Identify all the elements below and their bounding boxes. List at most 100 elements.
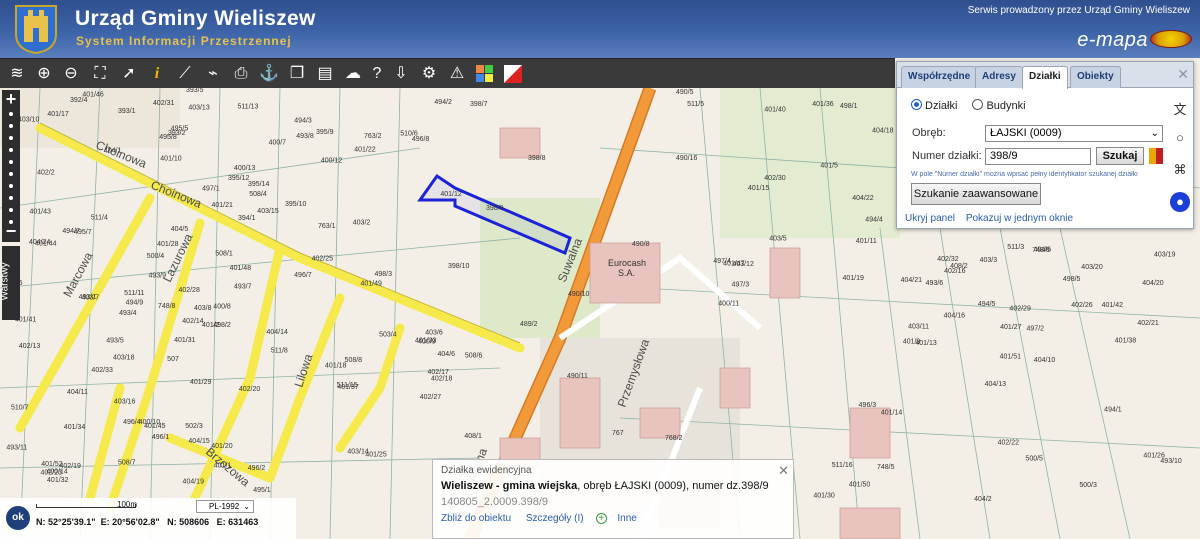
parcel-number: 508/4 (249, 191, 267, 198)
parcel-number: 394/1 (238, 215, 256, 222)
single-window-link[interactable]: Pokazuj w jednym oknie (966, 213, 1073, 224)
search-button[interactable]: Szukaj (1096, 147, 1144, 165)
grid-icon[interactable]: ⌘ (1170, 160, 1190, 180)
scale-bar: 100m (36, 500, 137, 509)
zoom-minus-button[interactable]: − (2, 222, 20, 240)
parcel-number: 763/1 (318, 223, 336, 230)
parcel-number: 404/21 (901, 277, 923, 284)
business-label-sa: S.A. (618, 268, 635, 278)
radio-dzialki[interactable] (911, 99, 922, 110)
crs-select[interactable]: PL-1992 ⌄ (196, 500, 254, 513)
layers-tab[interactable]: Warstwy (0, 246, 20, 320)
parcel-number: 511/16 (832, 462, 853, 469)
building (499, 127, 541, 159)
parcel-number: 496/4 (123, 419, 141, 426)
pointer-icon[interactable]: ➚ (118, 63, 140, 85)
parcel-number: 496/3 (859, 402, 877, 409)
layers-icon[interactable]: ≋ (6, 63, 28, 85)
building (719, 367, 751, 409)
advanced-search-button[interactable]: Szukanie zaawansowane (911, 183, 1041, 205)
parcel-number: 403/20 (1081, 264, 1103, 271)
parcel-number: 493/6 (926, 280, 944, 287)
street-label: Marcowa (60, 250, 95, 300)
add-icon[interactable]: + (595, 513, 607, 524)
info-icon[interactable]: i (146, 63, 168, 85)
obreb-label: Obręb: (912, 127, 946, 139)
settings-icon[interactable]: ⚙ (418, 63, 440, 85)
parcel-number: 401/45 (144, 423, 166, 430)
parcel-number: 493/10 (1160, 458, 1182, 465)
parcel-number: 401/40 (764, 107, 786, 114)
parcel-number: 395/14 (248, 181, 270, 188)
parcel-number-input[interactable]: 398/9 (985, 148, 1091, 165)
parcel-number: 402/30 (764, 175, 786, 182)
parcel-number: 393/1 (118, 108, 136, 115)
circle-icon[interactable]: ○ (1170, 128, 1190, 148)
parcel-number: 404/19 (183, 478, 205, 485)
parcel-number: 401/49 (360, 281, 382, 288)
anchor-icon[interactable]: ⚓ (258, 63, 280, 85)
parcel-number: 402/28 (178, 287, 200, 294)
measure-area-icon[interactable]: ⌁ (202, 63, 224, 85)
parcel-number: 401/12 (440, 191, 462, 198)
parcel-number: 496/2 (248, 465, 266, 472)
zoom-levels[interactable] (9, 112, 13, 232)
parcel-number: 510/7 (11, 405, 29, 412)
zoom-extent-icon[interactable]: ⛶ (89, 63, 111, 85)
ok-button[interactable]: ok (6, 506, 30, 530)
zoom-slider[interactable]: + − (2, 90, 20, 242)
tab-obiekty[interactable]: Obiekty (1070, 66, 1121, 88)
comment-icon[interactable]: ☁ (342, 63, 364, 85)
clear-icon[interactable] (502, 63, 524, 85)
parcel-number: 490/11 (567, 373, 588, 380)
tab-adresy[interactable]: Adresy (975, 66, 1023, 88)
numer-label: Numer działki: (912, 150, 982, 162)
northing: N: 508606 (167, 517, 210, 527)
parcel-number: 403/16 (114, 399, 136, 406)
parcel-number: 401/46 (82, 91, 104, 98)
parcel-number: 402/25 (312, 255, 334, 262)
copy-icon[interactable]: ❐ (286, 63, 308, 85)
zoom-plus-button[interactable]: + (2, 90, 20, 108)
latitude: N: 52°25'39.1" (36, 517, 96, 527)
obreb-select[interactable]: ŁAJSKI (0009) ⌄ (985, 125, 1163, 142)
layout-icon[interactable]: ▤ (314, 63, 336, 85)
measure-distance-icon[interactable]: ⟋ (174, 63, 196, 85)
parcel-number: 404/18 (872, 128, 894, 135)
parcel-number: 401/5 (820, 163, 838, 170)
warning-icon[interactable]: ⚠ (446, 63, 468, 85)
parcel-number: 401/19 (842, 275, 864, 282)
parcel-number: 401/32 (47, 477, 69, 484)
details-link[interactable]: Szczegóły (I) (526, 513, 584, 524)
close-icon[interactable]: ✕ (1177, 66, 1189, 83)
parcel-number: 490/10 (568, 291, 590, 298)
parcel-number: 498/5 (1063, 276, 1081, 283)
hide-panel-link[interactable]: Ukryj panel (905, 213, 955, 224)
zoom-in-icon[interactable]: ⊕ (33, 63, 55, 85)
parcel-number: 768/2 (665, 435, 683, 442)
radio-budynki[interactable] (972, 99, 984, 110)
building (639, 407, 681, 439)
info-title: Działka ewidencyjna (441, 465, 532, 476)
parcel-number: 401/29 (190, 379, 212, 386)
assistant-icon[interactable]: ● (1170, 192, 1190, 212)
parcel-number: 497/1 (202, 185, 220, 192)
parcel-number: 763/2 (364, 133, 382, 140)
color-grid-icon[interactable] (474, 63, 496, 85)
coordinates-bar: ok 100m PL-1992 ⌄ N: 52°25'39.1" E: 20°56… (0, 498, 296, 539)
tab-dzialki[interactable]: Działki (1022, 66, 1068, 89)
close-icon[interactable]: ✕ (778, 463, 789, 479)
zoom-out-icon[interactable]: ⊖ (60, 63, 82, 85)
tab-wspolrzedne[interactable]: Współrzędne (901, 66, 978, 88)
other-link[interactable]: Inne (617, 513, 636, 524)
translate-icon[interactable]: 文 (1170, 100, 1190, 120)
print-icon[interactable]: ⎙ (230, 63, 252, 85)
parcel-number: 511/5 (687, 101, 704, 108)
download-icon[interactable]: ⇩ (390, 63, 412, 85)
zoom-to-object-link[interactable]: Zbliż do obiektu (441, 513, 511, 524)
gmina-crest-icon (15, 5, 57, 54)
help-icon[interactable]: ? (366, 63, 388, 85)
highlight-color-icon[interactable] (1149, 148, 1163, 164)
parcel-number: 408/1 (464, 433, 482, 440)
parcel-number: 401/33 (415, 338, 437, 345)
